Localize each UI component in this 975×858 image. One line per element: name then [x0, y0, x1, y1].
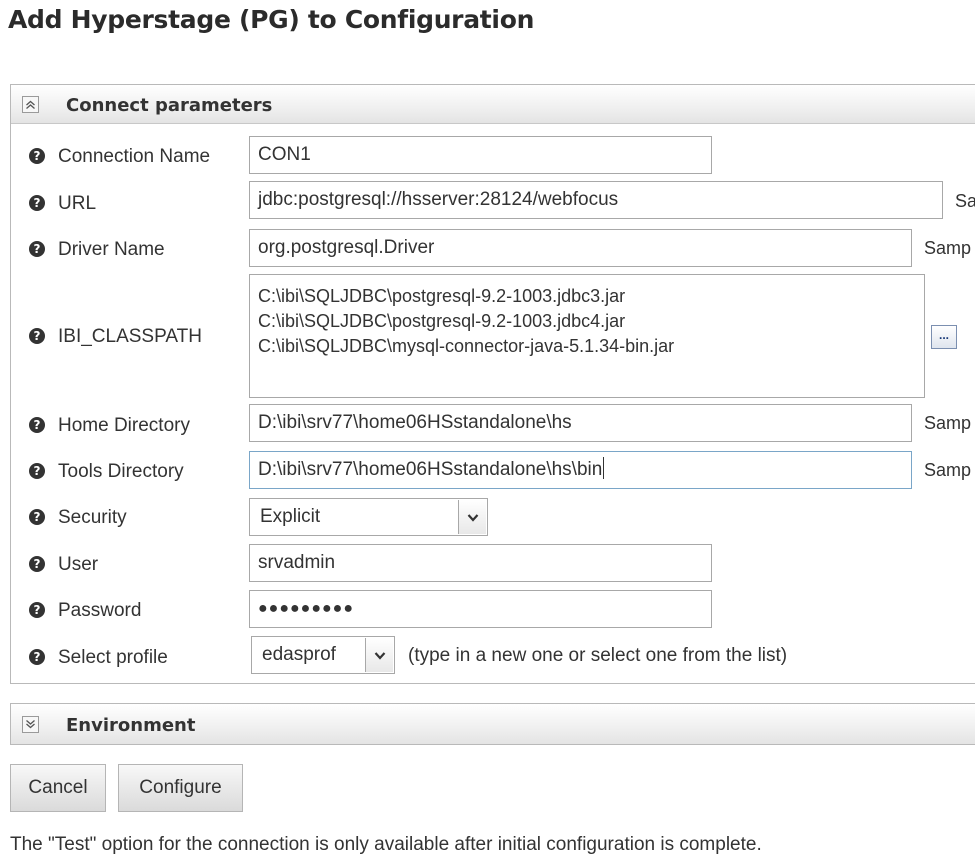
tools-directory-sample-link[interactable]: Samp: [924, 460, 971, 481]
select-profile-label: Select profile: [58, 647, 168, 668]
help-icon[interactable]: ?: [29, 241, 45, 257]
profile-combobox[interactable]: edasprof: [251, 636, 395, 674]
classpath-line: C:\ibi\SQLJDBC\mysql-connector-java-5.1.…: [258, 336, 675, 356]
home-directory-label: Home Directory: [58, 415, 190, 436]
footnote-text: The "Test" option for the connection is …: [10, 834, 762, 855]
password-input[interactable]: ●●●●●●●●●: [249, 590, 712, 628]
driver-name-input[interactable]: org.postgresql.Driver: [249, 229, 912, 267]
configure-button[interactable]: Configure: [118, 764, 243, 812]
select-profile-hint: (type in a new one or select one from th…: [408, 645, 788, 666]
browse-button[interactable]: ...: [931, 325, 957, 349]
security-select-value: Explicit: [260, 506, 321, 527]
page-title: Add Hyperstage (PG) to Configuration: [8, 5, 535, 34]
cancel-button[interactable]: Cancel: [10, 764, 106, 812]
url-label: URL: [58, 193, 97, 214]
chevron-down-icon[interactable]: [22, 716, 39, 733]
driver-name-sample-link[interactable]: Samp: [924, 238, 971, 259]
connection-name-input[interactable]: CON1: [249, 136, 712, 174]
profile-combobox-value: edasprof: [262, 644, 336, 665]
url-sample-link[interactable]: Sa: [955, 191, 975, 212]
chevron-up-icon[interactable]: [22, 96, 39, 113]
help-icon[interactable]: ?: [29, 556, 45, 572]
classpath-line: C:\ibi\SQLJDBC\postgresql-9.2-1003.jdbc3…: [258, 286, 626, 306]
user-input[interactable]: srvadmin: [249, 544, 712, 582]
help-icon[interactable]: ?: [29, 463, 45, 479]
connect-parameters-title: Connect parameters: [66, 95, 273, 116]
connect-parameters-header[interactable]: Connect parameters: [11, 85, 975, 124]
tools-directory-input[interactable]: D:\ibi\srv77\home06HSstandalone\hs\bin: [249, 451, 912, 489]
environment-title: Environment: [66, 715, 196, 736]
help-icon[interactable]: ?: [29, 509, 45, 525]
classpath-line: C:\ibi\SQLJDBC\postgresql-9.2-1003.jdbc4…: [258, 311, 626, 331]
help-icon[interactable]: ?: [29, 649, 45, 665]
chevron-down-icon[interactable]: [365, 638, 393, 672]
text-cursor: [603, 457, 605, 479]
help-icon[interactable]: ?: [29, 328, 45, 344]
ibi-classpath-textarea[interactable]: C:\ibi\SQLJDBC\postgresql-9.2-1003.jdbc3…: [249, 274, 925, 398]
environment-section: Environment: [10, 703, 975, 745]
environment-header[interactable]: Environment: [11, 704, 975, 744]
url-input[interactable]: jdbc:postgresql://hsserver:28124/webfocu…: [249, 181, 943, 219]
help-icon[interactable]: ?: [29, 195, 45, 211]
driver-name-label: Driver Name: [58, 239, 165, 260]
connection-name-label: Connection Name: [58, 146, 211, 167]
home-directory-sample-link[interactable]: Samp: [924, 413, 971, 434]
security-label: Security: [58, 507, 127, 528]
help-icon[interactable]: ?: [29, 148, 45, 164]
ibi-classpath-label: IBI_CLASSPATH: [58, 326, 202, 347]
chevron-down-icon[interactable]: [458, 500, 486, 534]
user-label: User: [58, 554, 99, 575]
tools-directory-value: D:\ibi\srv77\home06HSstandalone\hs\bin: [258, 459, 603, 480]
help-icon[interactable]: ?: [29, 417, 45, 433]
password-label: Password: [58, 600, 142, 621]
security-select[interactable]: Explicit: [249, 498, 488, 536]
home-directory-input[interactable]: D:\ibi\srv77\home06HSstandalone\hs: [249, 404, 912, 442]
tools-directory-label: Tools Directory: [58, 461, 184, 482]
help-icon[interactable]: ?: [29, 602, 45, 618]
